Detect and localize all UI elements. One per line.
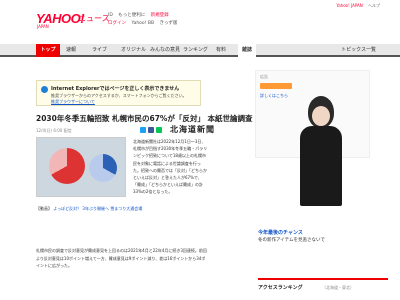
ad-link[interactable]: 詳しくはこちら <box>260 93 288 99</box>
kids-link[interactable]: きっず版 <box>160 21 178 26</box>
topics-list-link[interactable]: トピックス一覧 <box>341 44 376 57</box>
ad-caption-text: 冬の新作アイテムを見逃さないで <box>258 238 325 243</box>
ad-button[interactable] <box>260 83 292 89</box>
ad-model-image[interactable] <box>290 96 350 226</box>
more-link[interactable]: もっと便利に <box>118 13 145 18</box>
article-photo[interactable] <box>36 137 126 197</box>
twitter-icon[interactable] <box>140 127 146 133</box>
pie-graphic <box>49 148 85 184</box>
id-link[interactable]: ID <box>108 13 113 18</box>
login-link[interactable]: ログイン <box>108 21 126 26</box>
line-icon[interactable] <box>156 127 162 133</box>
access-ranking-region: （北海道・東北） <box>322 285 354 290</box>
banner-title: Internet Explorerではページを正しく表示できません <box>51 86 180 92</box>
pie-graphic-secondary <box>89 154 117 182</box>
ad-caption-title[interactable]: 今年最後のチャンス <box>258 230 388 237</box>
nav-opinions[interactable]: みんなの意見 <box>150 44 180 57</box>
help-link[interactable]: ヘルプ <box>368 3 380 8</box>
related-label: 【動画】 <box>36 206 52 211</box>
yahoo-japan-link[interactable]: Yahoo! JAPAN <box>336 3 362 8</box>
article-lead: 北海道新聞社は2022年12月1日～3日、札幌市が目指す2030年冬季五輪・パラ… <box>133 139 208 195</box>
nav-original[interactable]: オリジナル <box>121 44 146 57</box>
ad-label: 広告 <box>260 74 268 79</box>
main-nav: トップ 速報 ライブ オリジナル みんなの意見 ランキング 有料 雑誌 トピック… <box>0 44 400 57</box>
newspaper-logo[interactable]: 北海道新聞 <box>170 124 215 135</box>
nav-magazine[interactable]: 雑誌 <box>238 44 257 57</box>
header-links: ID もっと便利に 新規登録 ログイン Yahoo! BB きっず版 <box>108 12 181 28</box>
recommended-browser-link[interactable]: 推奨ブラウザーについて <box>51 99 95 105</box>
article-paragraph: 札幌市民の調査で反対意見が賛成意見を上回るのは2021年4月と22年4月に続き3… <box>36 248 207 268</box>
nav-top[interactable]: トップ <box>36 44 60 57</box>
ad-caption[interactable]: 今年最後のチャンス 冬の新作アイテムを見逃さないで <box>258 230 388 244</box>
yahoo-logo-sub: JAPAN <box>37 24 49 29</box>
access-ranking: アクセスランキング （北海道・東北） <box>258 278 388 292</box>
model-face <box>312 106 330 126</box>
header-right-links: Yahoo! JAPAN ヘルプ <box>332 3 380 9</box>
browser-warning-banner: Internet Explorerではページを正しく表示できません 推奨ブラウザ… <box>36 80 201 106</box>
nav-ranking[interactable]: ランキング <box>183 44 208 57</box>
access-ranking-title: アクセスランキング <box>258 285 303 291</box>
bb-link[interactable]: Yahoo! BB <box>131 21 154 26</box>
facebook-icon[interactable] <box>148 127 154 133</box>
article-meta: 12/4(日) 6:00 配信 <box>36 128 72 133</box>
info-icon <box>41 86 48 93</box>
nav-breaking[interactable]: 速報 <box>66 44 76 57</box>
site-header: YAHOO! JAPAN ニュース ID もっと便利に 新規登録 ログイン Ya… <box>0 0 400 34</box>
related-link[interactable]: よっぽど反対？ 3年ぶり開催へ 雪まつり大通会場 <box>53 206 142 211</box>
nav-paid[interactable]: 有料 <box>216 44 226 57</box>
related-links: 【動画】 よっぽど反対？ 3年ぶり開催へ 雪まつり大通会場 <box>36 205 208 212</box>
nav-live[interactable]: ライブ <box>92 44 107 57</box>
news-label[interactable]: ニュース <box>78 13 110 24</box>
share-icons <box>140 127 162 133</box>
register-link[interactable]: 新規登録 <box>151 13 169 18</box>
model-body <box>300 126 342 206</box>
article-title: 2030年冬季五輪招致 札幌市民の67%が「反対」 本紙世論調査 <box>36 114 253 123</box>
